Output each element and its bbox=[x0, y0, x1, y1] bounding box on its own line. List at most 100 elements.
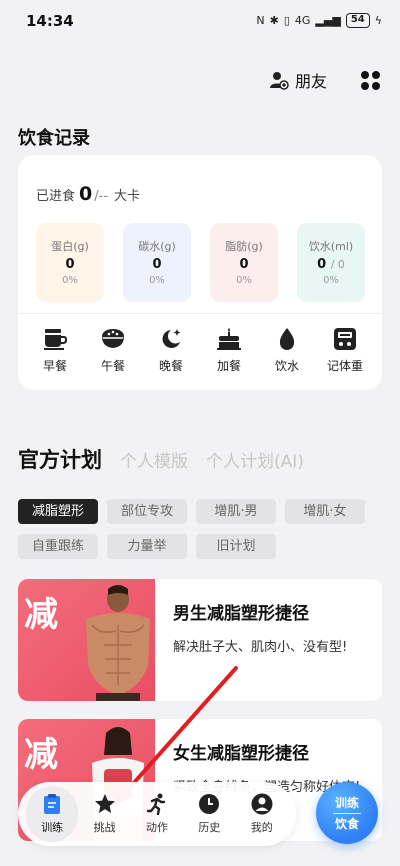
macro-label: 脂肪(g) bbox=[225, 240, 263, 253]
running-icon bbox=[146, 793, 166, 815]
tab-personal-plan-ai[interactable]: 个人计划(AI) bbox=[206, 447, 304, 472]
nav-profile[interactable]: 我的 bbox=[236, 786, 288, 842]
macro-fat[interactable]: 脂肪(g) 0 0% bbox=[210, 223, 278, 302]
star-icon bbox=[94, 794, 115, 813]
thumbnail-character: 减 bbox=[24, 735, 58, 775]
friends-label: 朋友 bbox=[294, 72, 327, 91]
meal-label: 记体重 bbox=[326, 359, 363, 373]
plan-description: 解决肚子大、肌肉小、没有型! bbox=[173, 640, 348, 655]
meal-label: 加餐 bbox=[216, 359, 241, 373]
eaten-target: /-- bbox=[94, 189, 109, 204]
meal-label: 早餐 bbox=[42, 359, 67, 373]
bluetooth-icon: ✱ bbox=[269, 14, 279, 27]
meal-snack-button[interactable]: 加餐 bbox=[200, 327, 258, 374]
plan-filter-chips: 减脂塑形 部位专攻 增肌·男 增肌·女 自重跟练 力量举 旧计划 bbox=[18, 499, 382, 569]
macro-value-target: / 0 bbox=[330, 258, 345, 271]
plan-card-male[interactable]: 减 男生减脂塑形捷径 解决肚子大、肌肉小、没有型! bbox=[18, 579, 382, 701]
macro-label: 碳水(g) bbox=[138, 240, 176, 253]
plan-tabs: 官方计划 个人模版 个人计划(AI) bbox=[18, 444, 304, 474]
clock-icon bbox=[199, 794, 220, 814]
meal-label: 午餐 bbox=[100, 359, 125, 373]
network-label: 4G bbox=[294, 14, 311, 27]
thumbnail-character: 减 bbox=[24, 595, 58, 635]
meal-label: 饮水 bbox=[274, 359, 299, 373]
nav-history[interactable]: 历史 bbox=[183, 786, 235, 842]
friends-button[interactable]: 朋友 bbox=[269, 68, 327, 92]
tab-official-plan[interactable]: 官方计划 bbox=[18, 444, 102, 474]
macro-protein[interactable]: 蛋白(g) 0 0% bbox=[36, 223, 104, 302]
meal-weight-button[interactable]: 记体重 bbox=[316, 327, 374, 374]
meal-dinner-button[interactable]: 晚餐 bbox=[142, 327, 200, 374]
plan-title: 男生减脂塑形捷径 bbox=[173, 604, 309, 624]
nav-label: 挑战 bbox=[93, 821, 116, 834]
chip-muscle-female[interactable]: 增肌·女 bbox=[285, 499, 365, 524]
moon-icon bbox=[162, 329, 181, 348]
macro-value: 0 bbox=[152, 257, 162, 272]
vibrate-icon: ▯ bbox=[283, 14, 290, 27]
diet-card[interactable]: 已进食 0 /-- 大卡 蛋白(g) 0 0% 碳水(g) 0 0% 脂肪(g)… bbox=[18, 155, 382, 390]
macro-percent: 0% bbox=[62, 275, 78, 286]
chip-row: 自重跟练 力量举 旧计划 bbox=[18, 534, 382, 559]
macro-value: 0 bbox=[65, 257, 75, 272]
eaten-value: 0 bbox=[79, 183, 93, 205]
status-time: 14:34 bbox=[26, 12, 74, 30]
signal-icon: ▂▄▆ bbox=[315, 14, 341, 27]
macro-label: 饮水(ml) bbox=[308, 240, 354, 253]
macro-water[interactable]: 饮水(ml) 0 / 0 0% bbox=[297, 223, 365, 302]
battery-icon: 54 bbox=[345, 13, 370, 28]
grid-menu-icon[interactable] bbox=[361, 70, 380, 90]
fab-divider bbox=[333, 813, 361, 814]
status-bar: 14:34 N ✱ ▯ 4G ▂▄▆ 54 ϟ bbox=[0, 0, 400, 44]
scale-icon bbox=[334, 328, 356, 350]
macro-percent: 0% bbox=[323, 275, 339, 286]
meal-breakfast-button[interactable]: 早餐 bbox=[26, 327, 84, 374]
nfc-icon: N bbox=[256, 14, 265, 27]
nav-train[interactable]: 训练 bbox=[26, 786, 79, 842]
meal-water-button[interactable]: 饮水 bbox=[258, 327, 316, 374]
top-actions: 朋友 bbox=[269, 68, 380, 92]
nav-challenge[interactable]: 挑战 bbox=[79, 786, 131, 842]
chip-body-part[interactable]: 部位专攻 bbox=[107, 499, 187, 524]
nav-label: 训练 bbox=[41, 821, 64, 834]
chip-fat-loss[interactable]: 减脂塑形 bbox=[18, 499, 98, 524]
charging-icon: ϟ bbox=[374, 14, 382, 27]
cake-icon bbox=[217, 328, 241, 350]
macro-percent: 0% bbox=[236, 275, 252, 286]
meal-label: 晚餐 bbox=[158, 359, 183, 373]
plan-thumbnail: 减 bbox=[18, 579, 155, 701]
nav-exercises[interactable]: 动作 bbox=[131, 786, 183, 842]
macro-label: 蛋白(g) bbox=[51, 240, 89, 253]
nav-label: 历史 bbox=[198, 821, 221, 834]
clipboard-icon bbox=[44, 794, 61, 814]
macro-value-main: 0 bbox=[317, 257, 327, 272]
divider bbox=[18, 313, 382, 314]
chip-old-plans[interactable]: 旧计划 bbox=[196, 534, 276, 559]
add-friend-icon bbox=[269, 72, 289, 90]
nav-label: 动作 bbox=[145, 821, 168, 834]
fab-line2: 饮食 bbox=[334, 817, 359, 831]
meal-lunch-button[interactable]: 午餐 bbox=[84, 327, 142, 374]
person-icon bbox=[251, 793, 273, 815]
status-icons: N ✱ ▯ 4G ▂▄▆ 54 ϟ bbox=[256, 13, 382, 28]
chip-muscle-male[interactable]: 增肌·男 bbox=[196, 499, 276, 524]
macro-list: 蛋白(g) 0 0% 碳水(g) 0 0% 脂肪(g) 0 0% 饮水(ml) … bbox=[36, 223, 365, 302]
bottom-nav: 训练 挑战 动作 历史 我的 bbox=[18, 782, 296, 846]
nav-label: 我的 bbox=[250, 821, 273, 834]
male-figure-image bbox=[86, 585, 150, 701]
eaten-label: 已进食 bbox=[36, 189, 76, 204]
tab-personal-template[interactable]: 个人模版 bbox=[120, 447, 188, 472]
train-diet-toggle-button[interactable]: 训练 饮食 bbox=[316, 782, 378, 844]
chip-powerlifting[interactable]: 力量举 bbox=[107, 534, 187, 559]
macro-carbs[interactable]: 碳水(g) 0 0% bbox=[123, 223, 191, 302]
macro-value: 0 bbox=[239, 257, 249, 272]
chip-bodyweight[interactable]: 自重跟练 bbox=[18, 534, 98, 559]
meal-buttons: 早餐 午餐 晚餐 加餐 饮水 记体重 bbox=[26, 327, 374, 374]
rice-bowl-icon bbox=[102, 329, 124, 348]
coffee-cup-icon bbox=[44, 329, 68, 350]
plan-text: 男生减脂塑形捷径 解决肚子大、肌肉小、没有型! bbox=[173, 599, 347, 655]
fab-line1: 训练 bbox=[334, 796, 359, 810]
diet-section-title: 饮食记录 bbox=[18, 128, 90, 149]
macro-value: 0 / 0 bbox=[297, 257, 365, 272]
calorie-summary: 已进食 0 /-- 大卡 bbox=[36, 183, 140, 205]
plan-title: 女生减脂塑形捷径 bbox=[173, 744, 309, 764]
